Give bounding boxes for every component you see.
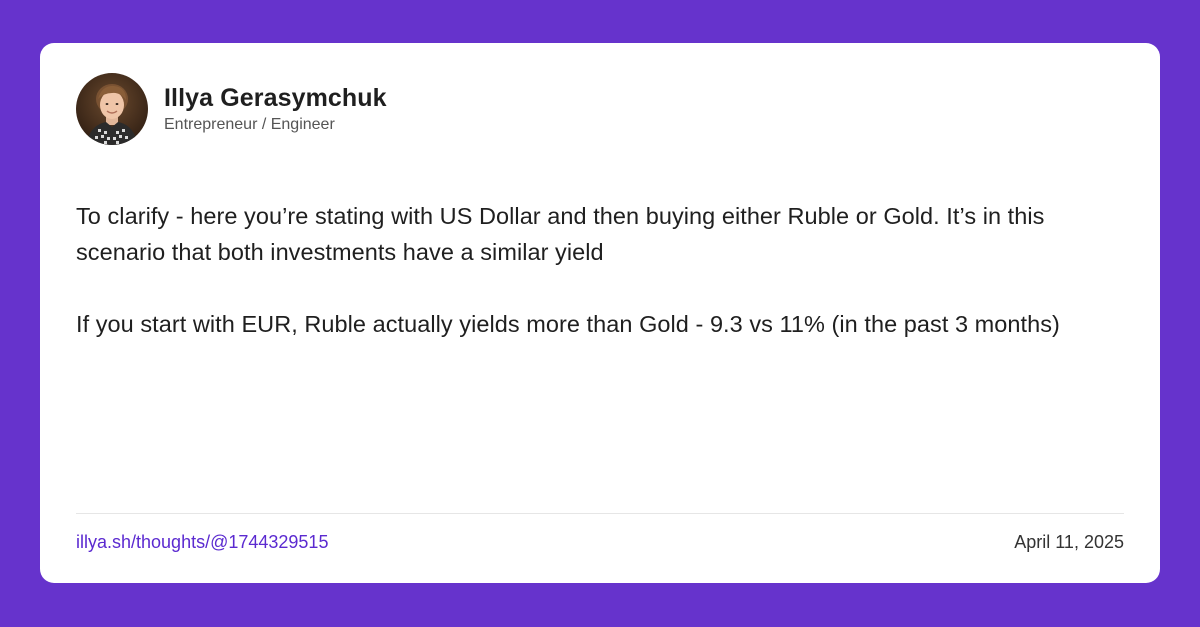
author-info: Illya Gerasymchuk Entrepreneur / Enginee…: [164, 83, 387, 136]
post-date: April 11, 2025: [1014, 532, 1124, 552]
post-body: To clarify - here you’re stating with US…: [76, 198, 1126, 342]
post-paragraph-1: To clarify - here you’re stating with US…: [76, 203, 1045, 265]
post-header: Illya Gerasymchuk Entrepreneur / Enginee…: [76, 73, 387, 145]
footer-divider: [76, 513, 1124, 514]
author-name: Illya Gerasymchuk: [164, 83, 387, 112]
post-card: Illya Gerasymchuk Entrepreneur / Enginee…: [40, 43, 1160, 583]
author-role: Entrepreneur / Engineer: [164, 115, 335, 133]
permalink-link[interactable]: illya.sh/thoughts/@1744329515: [76, 530, 328, 554]
post-paragraph-2: If you start with EUR, Ruble actually yi…: [76, 311, 1060, 337]
avatar-photo-icon: [76, 73, 148, 145]
avatar: [76, 73, 148, 145]
